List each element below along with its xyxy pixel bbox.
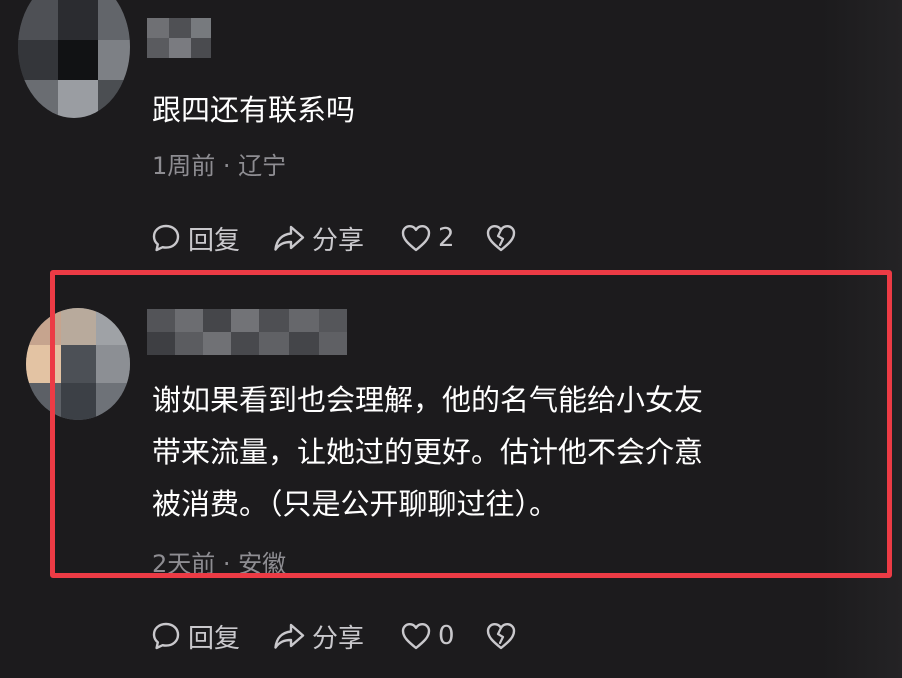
comment-actions: 回复 分享 2 xyxy=(150,220,517,256)
share-button[interactable]: 分享 xyxy=(272,618,364,655)
avatar[interactable] xyxy=(18,0,130,118)
broken-heart-icon xyxy=(485,223,517,253)
share-label: 分享 xyxy=(312,225,365,256)
comment-meta: 2天前 · 安徽 xyxy=(152,550,287,578)
reply-button[interactable]: 回复 xyxy=(150,220,240,257)
dislike-button[interactable] xyxy=(485,223,517,253)
heart-outline-icon xyxy=(400,621,432,651)
like-button[interactable]: 2 xyxy=(400,223,455,253)
like-button[interactable]: 0 xyxy=(400,621,455,651)
edge-shade xyxy=(822,0,902,678)
broken-heart-icon xyxy=(485,621,517,651)
avatar[interactable] xyxy=(26,308,130,420)
reply-label: 回复 xyxy=(188,225,241,256)
comment-meta: 1周前 · 辽宁 xyxy=(152,152,287,180)
share-button[interactable]: 分享 xyxy=(272,220,364,257)
speech-bubble-icon xyxy=(150,620,182,652)
share-arrow-icon xyxy=(272,222,306,254)
heart-outline-icon xyxy=(400,223,432,253)
speech-bubble-icon xyxy=(150,222,182,254)
reply-label: 回复 xyxy=(188,623,241,654)
dislike-button[interactable] xyxy=(485,621,517,651)
username-blurred[interactable] xyxy=(147,309,347,355)
reply-button[interactable]: 回复 xyxy=(150,618,240,655)
share-arrow-icon xyxy=(272,620,306,652)
like-count: 0 xyxy=(438,621,455,651)
username-blurred[interactable] xyxy=(147,18,211,58)
comment-text: 跟四还有联系吗 xyxy=(152,93,356,127)
like-count: 2 xyxy=(438,223,455,253)
share-label: 分享 xyxy=(312,623,365,654)
comment-text: 谢如果看到也会理解，他的名气能给小女友 带来流量，让她过的更好。估计他不会介意 … xyxy=(152,383,704,521)
comment-actions: 回复 分享 0 xyxy=(150,618,517,654)
